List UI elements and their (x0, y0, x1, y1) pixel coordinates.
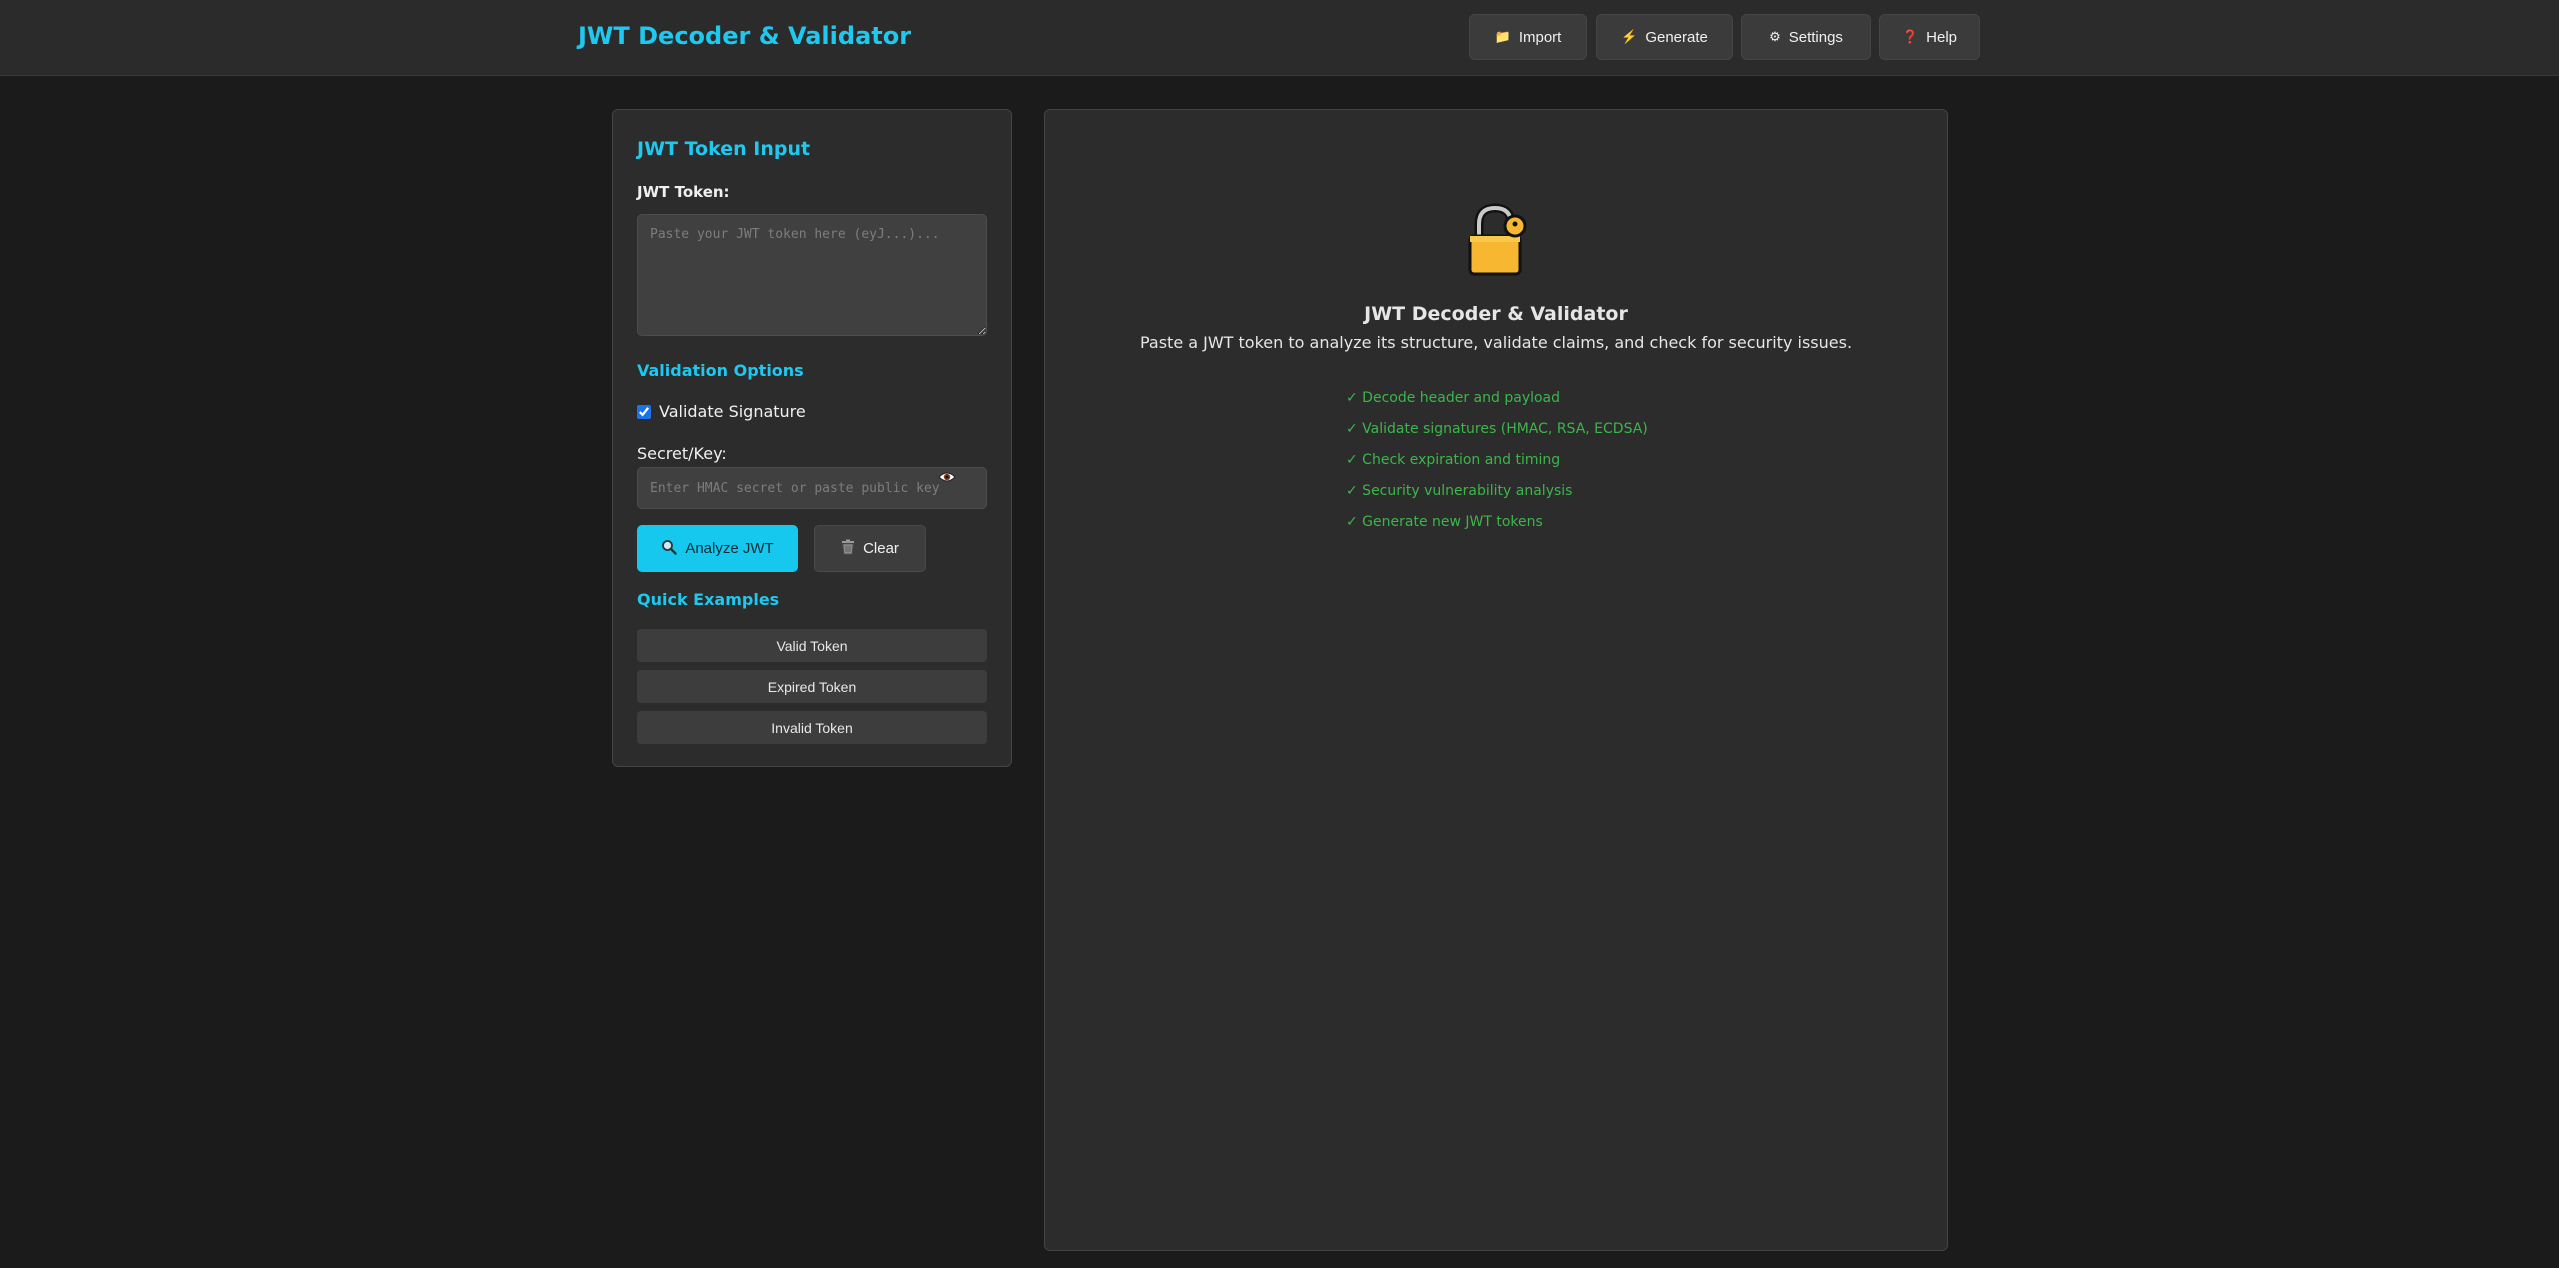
welcome-title: JWT Decoder & Validator (1364, 303, 1628, 325)
secret-key-input[interactable] (637, 467, 987, 509)
validate-signature-label: Validate Signature (659, 402, 806, 421)
folder-icon: 📁 (1494, 29, 1511, 44)
validation-options-title: Validation Options (637, 361, 804, 380)
jwt-input-panel: JWT Token Input JWT Token: Validation Op… (612, 109, 1012, 767)
padlock-icon (1457, 200, 1537, 280)
example-expired-token-button[interactable]: Expired Token (637, 670, 987, 703)
clear-label: Clear (863, 540, 899, 557)
welcome-subtitle: Paste a JWT token to analyze its structu… (1139, 333, 1853, 352)
results-panel: JWT Decoder & Validator Paste a JWT toke… (1044, 109, 1948, 1251)
validate-signature-row[interactable]: Validate Signature (637, 402, 806, 421)
help-button[interactable]: ❓ Help (1879, 14, 1980, 60)
eye-icon[interactable] (936, 469, 958, 485)
generate-button[interactable]: ⚡ Generate (1596, 14, 1733, 60)
lightning-icon: ⚡ (1621, 29, 1638, 44)
validate-signature-checkbox[interactable] (637, 404, 651, 419)
trash-icon (841, 539, 855, 559)
feature-item: ✓ Check expiration and timing (1346, 452, 1561, 468)
secret-key-label: Secret/Key: (637, 444, 727, 463)
feature-list: ✓ Decode header and payload ✓ Validate s… (1346, 390, 1648, 545)
import-button-label: Import (1518, 28, 1562, 46)
settings-button-label: Settings (1788, 28, 1843, 46)
question-icon: ❓ (1901, 29, 1919, 44)
quick-examples-title: Quick Examples (637, 590, 780, 609)
clear-button[interactable]: Clear (814, 525, 926, 572)
import-button[interactable]: 📁 Import (1469, 14, 1587, 60)
jwt-token-input[interactable] (637, 214, 987, 336)
analyze-jwt-button[interactable]: Analyze JWT (637, 525, 798, 572)
example-invalid-token-button[interactable]: Invalid Token (637, 711, 987, 744)
analyze-jwt-label: Analyze JWT (685, 540, 774, 557)
help-button-label: Help (1926, 28, 1958, 46)
app-title: JWT Decoder & Validator (578, 22, 912, 50)
top-navbar: JWT Decoder & Validator 📁 Import ⚡ Gener… (0, 0, 2559, 76)
feature-item: ✓ Decode header and payload (1346, 390, 1561, 406)
panel-title: JWT Token Input (637, 138, 811, 160)
token-label: JWT Token: (637, 183, 730, 201)
example-valid-token-button[interactable]: Valid Token (637, 629, 987, 662)
feature-item: ✓ Generate new JWT tokens (1346, 514, 1543, 530)
magnifier-icon (661, 539, 678, 559)
gear-icon: ⚙ (1769, 29, 1781, 44)
feature-item: ✓ Security vulnerability analysis (1346, 483, 1573, 499)
settings-button[interactable]: ⚙ Settings (1741, 14, 1871, 60)
generate-button-label: Generate (1645, 28, 1708, 46)
feature-item: ✓ Validate signatures (HMAC, RSA, ECDSA) (1346, 421, 1648, 437)
